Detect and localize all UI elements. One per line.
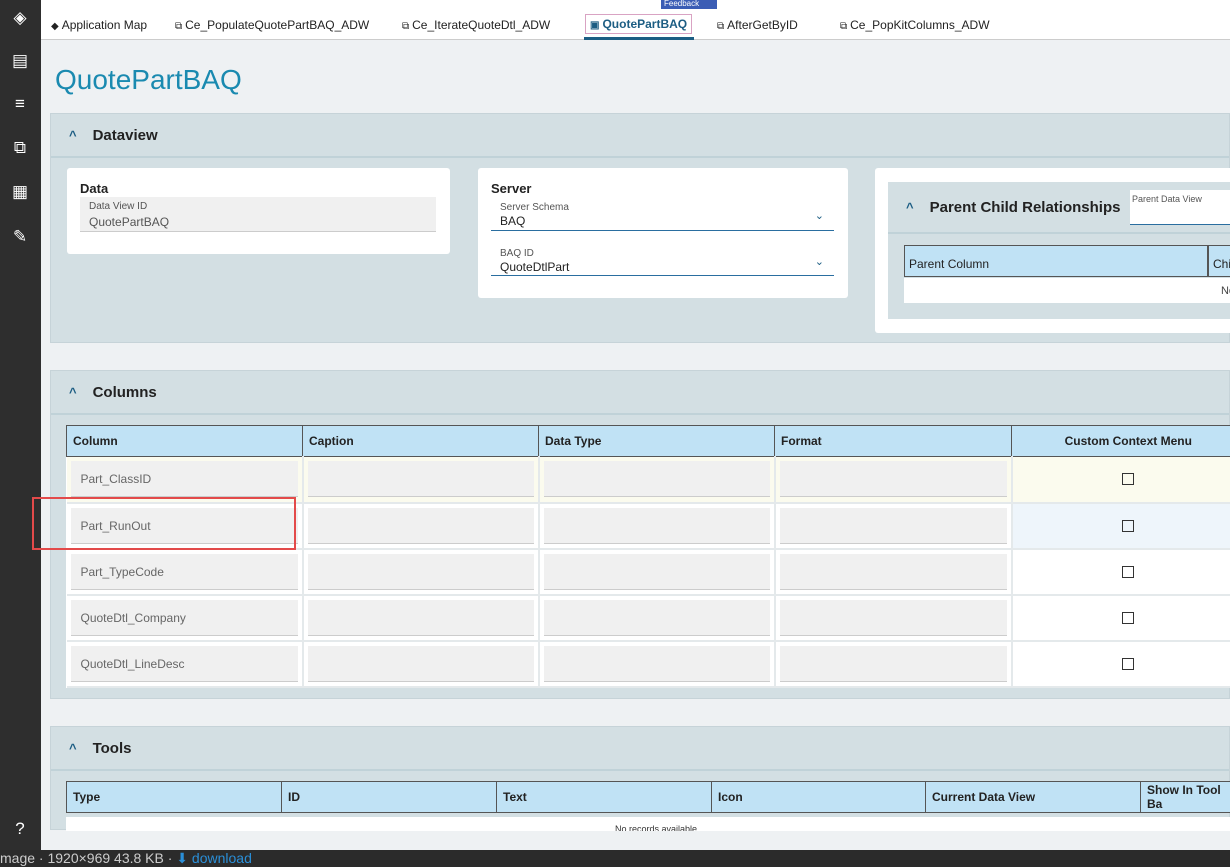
layers-icon: ◆ [51, 21, 59, 32]
relationships-card: ^ Parent Child Relationships Parent Data … [875, 168, 1230, 333]
editable-cell[interactable] [302, 594, 540, 642]
editable-cell[interactable] [774, 502, 1013, 550]
empty-message: No [904, 278, 1230, 303]
table-row[interactable]: Part_TypeCode [66, 548, 1230, 596]
parent-column-header[interactable]: Parent Column [904, 245, 1208, 277]
relationships-panel: ^ Parent Child Relationships Parent Data … [888, 182, 1230, 319]
tab-bar: ◆ Application Map ⧉ Ce_PopulateQuotePartBA… [41, 0, 1230, 40]
dataview-icon: ▣ [590, 20, 600, 31]
edit-doc-icon[interactable]: ✎ [9, 226, 31, 248]
dataview-panel: ^ Dataview Data Data View ID QuotePartBAQ… [50, 113, 1230, 343]
active-tab-indicator [584, 37, 694, 40]
editable-cell[interactable] [302, 640, 540, 688]
col-header-data-type[interactable]: Data Type [538, 425, 775, 457]
status-bar: mage · 1920×969 43.8 KB · ⬇ download [0, 850, 1230, 867]
server-card-title: Server [491, 181, 532, 196]
column-cell: QuoteDtl_LineDesc [66, 640, 304, 688]
checkbox[interactable] [1122, 519, 1135, 532]
server-schema-select[interactable]: Server Schema BAQ ⌄ [491, 198, 834, 231]
custom-context-menu-cell [1011, 640, 1230, 688]
col-header-caption[interactable]: Caption [302, 425, 539, 457]
widget-icon[interactable]: ⧉ [9, 137, 31, 159]
tools-empty-message: No records available [66, 817, 1230, 831]
baq-id-select[interactable]: BAQ ID QuoteDtlPart ⌄ [491, 244, 834, 276]
col-header-column[interactable]: Column [66, 425, 303, 457]
col-header-custom-context-menu[interactable]: Custom Context Menu [1011, 425, 1230, 457]
column-cell: Part_TypeCode [66, 548, 304, 596]
tools-header[interactable]: ^ Tools [51, 727, 1229, 771]
editable-cell[interactable] [774, 456, 1013, 504]
chevron-up-icon[interactable]: ^ [69, 385, 77, 400]
widget-icon: ⧉ [175, 21, 183, 32]
editable-cell[interactable] [774, 548, 1013, 596]
table-row[interactable]: Part_ClassID [66, 456, 1230, 504]
layers-icon[interactable]: ◈ [9, 7, 31, 29]
grid-icon[interactable]: ▦ [9, 181, 31, 203]
tools-panel: ^ Tools Type ID Text Icon Current Data Vi… [50, 726, 1230, 831]
sidebar: ◈ ▤ ≡ ⧉ ▦ ✎ ? [0, 0, 41, 850]
columns-table: Column Caption Data Type Format Custom C… [66, 425, 1230, 688]
data-card: Data Data View ID QuotePartBAQ [67, 168, 450, 254]
layout-icon[interactable]: ▤ [9, 50, 31, 72]
page-title: QuotePartBAQ [55, 64, 242, 95]
checkbox[interactable] [1122, 473, 1135, 486]
column-cell: Part_ClassID [66, 456, 304, 504]
child-column-header[interactable]: Chi [1208, 245, 1230, 277]
tab-aftergetbyid[interactable]: ⧉ AfterGetByID [717, 18, 798, 32]
editable-cell[interactable] [302, 456, 540, 504]
custom-context-menu-cell [1011, 548, 1230, 596]
dataview-header[interactable]: ^ Dataview [51, 114, 1229, 158]
editable-cell[interactable] [302, 548, 540, 596]
editable-cell[interactable] [538, 502, 776, 550]
editable-cell[interactable] [538, 640, 776, 688]
help-icon[interactable]: ? [9, 818, 31, 840]
checkbox[interactable] [1122, 565, 1135, 578]
tools-header-current-data-view[interactable]: Current Data View [925, 781, 1141, 813]
checkbox[interactable] [1122, 657, 1135, 670]
chevron-up-icon[interactable]: ^ [69, 741, 77, 756]
col-header-format[interactable]: Format [774, 425, 1012, 457]
tools-header-type[interactable]: Type [66, 781, 282, 813]
chevron-down-icon: ⌄ [814, 210, 824, 222]
custom-context-menu-cell [1011, 456, 1230, 504]
server-card: Server Server Schema BAQ ⌄ BAQ ID QuoteD… [478, 168, 848, 298]
table-row[interactable]: QuoteDtl_Company [66, 594, 1230, 642]
table-row[interactable]: QuoteDtl_LineDesc [66, 640, 1230, 688]
editable-cell[interactable] [538, 548, 776, 596]
tab-iterate[interactable]: ⧉ Ce_IterateQuoteDtl_ADW [402, 18, 550, 32]
tab-quotepartbaq[interactable]: ▣ QuotePartBAQ [585, 14, 693, 34]
tools-header-text[interactable]: Text [496, 781, 712, 813]
tools-header-show-in-toolbar[interactable]: Show In Tool Ba [1140, 781, 1230, 813]
editable-cell[interactable] [774, 640, 1013, 688]
custom-context-menu-cell [1011, 594, 1230, 642]
highlight-annotation [32, 497, 296, 550]
data-card-title: Data [80, 181, 109, 196]
parent-data-view-field[interactable]: Parent Data View [1130, 190, 1230, 225]
widget-icon: ⧉ [402, 21, 410, 32]
tools-header-icon[interactable]: Icon [711, 781, 926, 813]
widget-icon: ⧉ [840, 21, 848, 32]
editable-cell[interactable] [302, 502, 540, 550]
tools-table: Type ID Text Icon Current Data View Show… [66, 781, 1230, 813]
tab-popkit[interactable]: ⧉ Ce_PopKitColumns_ADW [840, 18, 990, 32]
checkbox[interactable] [1122, 611, 1135, 624]
chevron-up-icon[interactable]: ^ [906, 200, 914, 215]
chevron-up-icon[interactable]: ^ [69, 128, 77, 143]
download-link[interactable]: ⬇ download [176, 850, 252, 866]
tools-header-id[interactable]: ID [281, 781, 497, 813]
editable-cell[interactable] [538, 456, 776, 504]
editable-cell[interactable] [774, 594, 1013, 642]
tab-populate[interactable]: ⧉ Ce_PopulateQuotePartBAQ_ADW [175, 18, 369, 32]
widget-icon: ⧉ [717, 21, 725, 32]
data-view-id-field: Data View ID QuotePartBAQ [80, 197, 436, 232]
custom-context-menu-cell [1011, 502, 1230, 550]
feedback-button[interactable]: Feedback [661, 0, 717, 9]
editable-cell[interactable] [538, 594, 776, 642]
checklist-icon[interactable]: ≡ [9, 93, 31, 115]
columns-header[interactable]: ^ Columns [51, 371, 1229, 415]
tab-application-map[interactable]: ◆ Application Map [51, 18, 147, 32]
chevron-down-icon: ⌄ [814, 256, 824, 268]
column-cell: QuoteDtl_Company [66, 594, 304, 642]
